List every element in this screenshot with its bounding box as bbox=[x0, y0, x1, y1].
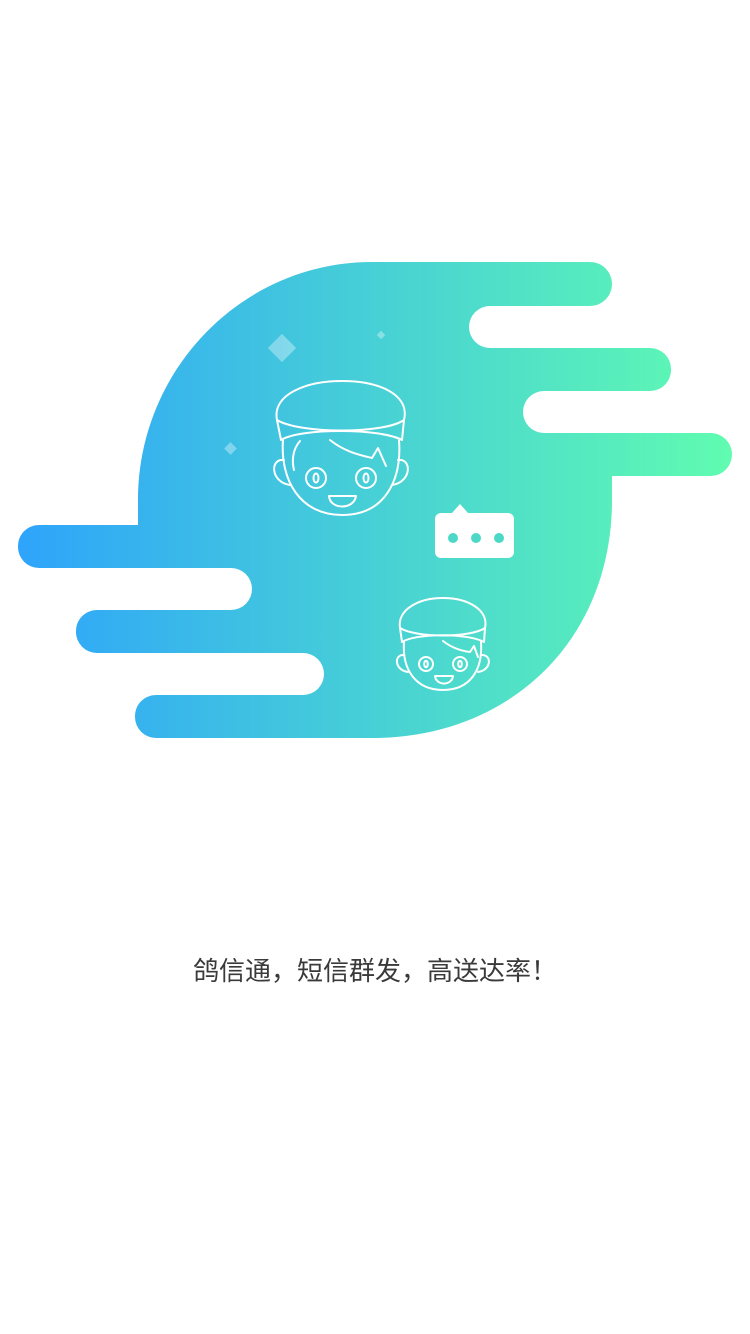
tagline-text: 鸽信通，短信群发，高送达率！ bbox=[192, 957, 557, 987]
splash-screen: 鸽信通，短信群发，高送达率！ bbox=[0, 0, 750, 1334]
splash-illustration bbox=[17, 262, 732, 738]
gradient-blob bbox=[17, 262, 732, 738]
